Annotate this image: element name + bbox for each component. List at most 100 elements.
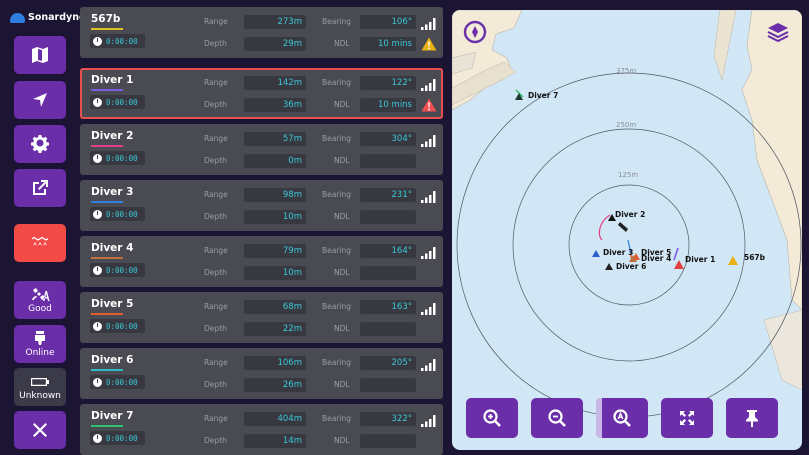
bearing-value: 164° <box>360 244 416 258</box>
range-label: Range <box>204 358 228 367</box>
diver-name: Diver 2 <box>91 130 134 142</box>
depth-value: 10m <box>244 266 306 280</box>
diver-row[interactable]: Diver 6 0:00:00 Range 106m Bearing 205° … <box>80 348 443 399</box>
clock-icon <box>93 36 102 46</box>
gear-icon <box>31 135 49 153</box>
clock-icon <box>93 433 102 443</box>
diver-name: 567b <box>91 13 121 25</box>
signal-strength-icon <box>421 18 436 30</box>
ndl-label: NDL <box>334 268 350 277</box>
sonar-map[interactable]: 375m 250m 125m Diver 7 Diver 2 Diver 3 D… <box>452 10 802 450</box>
bearing-label: Bearing <box>322 17 352 26</box>
signal-strength-icon <box>421 359 436 371</box>
depth-label: Depth <box>204 156 227 165</box>
pin-button[interactable] <box>726 398 778 438</box>
map-marker-diver-2[interactable]: Diver 2 <box>615 210 645 219</box>
battery-status[interactable]: Unknown <box>14 368 66 406</box>
diver-color-underline <box>91 28 123 30</box>
dive-timer: 0:00:00 <box>90 263 145 277</box>
brand-name: Sonardyne <box>28 12 86 23</box>
map-marker-diver-3[interactable]: Diver 3 <box>603 248 633 257</box>
depth-value: 14m <box>244 434 306 448</box>
bearing-label: Bearing <box>322 414 352 423</box>
map-view-button[interactable] <box>14 36 66 74</box>
map-marker-diver-6[interactable]: Diver 6 <box>616 262 646 271</box>
auto-zoom-button[interactable] <box>596 398 648 438</box>
bearing-value: 106° <box>360 15 416 29</box>
map-marker-diver-1[interactable]: Diver 1 <box>685 255 715 264</box>
depth-value: 10m <box>244 210 306 224</box>
ndl-label: NDL <box>334 100 350 109</box>
diver-row[interactable]: Diver 4 0:00:00 Range 79m Bearing 164° D… <box>80 236 443 287</box>
auto-zoom-icon <box>613 409 631 427</box>
dive-timer: 0:00:00 <box>90 95 145 109</box>
range-label: Range <box>204 302 228 311</box>
signal-strength-icon <box>421 415 436 427</box>
diver-name: Diver 3 <box>91 186 134 198</box>
expand-icon <box>680 411 694 425</box>
range-label: Range <box>204 78 228 87</box>
dive-timer: 0:00:00 <box>90 151 145 165</box>
transceiver-status[interactable]: Online <box>14 325 66 363</box>
dive-time: 0:00:00 <box>106 321 138 331</box>
zoom-out-icon <box>548 409 566 427</box>
dive-time: 0:00:00 <box>106 377 138 387</box>
ndl-value: 10 mins <box>360 37 416 51</box>
diver-color-underline <box>91 425 123 427</box>
navigate-button[interactable] <box>14 81 66 119</box>
dive-time: 0:00:00 <box>106 36 138 46</box>
range-label: Range <box>204 414 228 423</box>
range-value: 404m <box>244 412 306 426</box>
dive-time: 0:00:00 <box>106 433 138 443</box>
diver-row[interactable]: 567b 0:00:00 Range 273m Bearing 106° Dep… <box>80 7 443 58</box>
diver-name: Diver 6 <box>91 354 134 366</box>
dive-timer: 0:00:00 <box>90 319 145 333</box>
ndl-value <box>360 154 416 168</box>
bearing-value: 205° <box>360 356 416 370</box>
settings-button[interactable] <box>14 125 66 163</box>
compass-icon <box>463 20 487 44</box>
sonardyne-logo-icon <box>10 12 25 23</box>
bearing-label: Bearing <box>322 302 352 311</box>
depth-value: 0m <box>244 154 306 168</box>
surface-alert-button[interactable] <box>14 224 66 262</box>
navigation-arrow-icon <box>33 93 47 107</box>
zoom-out-button[interactable] <box>531 398 583 438</box>
map-marker-567b[interactable]: 567b <box>744 253 765 262</box>
diver-row[interactable]: Diver 1 0:00:00 Range 142m Bearing 122° … <box>80 68 443 119</box>
dive-time: 0:00:00 <box>106 209 138 219</box>
dive-timer: 0:00:00 <box>90 375 145 389</box>
close-button[interactable] <box>14 411 66 449</box>
fit-view-button[interactable] <box>661 398 713 438</box>
transceiver-icon <box>35 330 45 345</box>
diver-row[interactable]: Diver 5 0:00:00 Range 68m Bearing 163° D… <box>80 292 443 343</box>
clock-icon <box>93 209 102 219</box>
map-marker-diver-7[interactable]: Diver 7 <box>528 91 558 100</box>
range-label: Range <box>204 246 228 255</box>
dive-timer: 0:00:00 <box>90 34 145 48</box>
gps-status[interactable]: Good <box>14 281 66 319</box>
signal-strength-icon <box>421 247 436 259</box>
bearing-label: Bearing <box>322 246 352 255</box>
diver-row[interactable]: Diver 7 0:00:00 Range 404m Bearing 322° … <box>80 404 443 455</box>
zoom-in-button[interactable] <box>466 398 518 438</box>
range-label: Range <box>204 17 228 26</box>
depth-value: 29m <box>244 37 306 51</box>
compass-button[interactable] <box>463 20 487 44</box>
diver-row[interactable]: Diver 3 0:00:00 Range 98m Bearing 231° D… <box>80 180 443 231</box>
ndl-label: NDL <box>334 324 350 333</box>
ndl-value: 10 mins <box>360 98 416 112</box>
layers-button[interactable] <box>766 20 790 44</box>
ndl-label: NDL <box>334 39 350 48</box>
range-value: 142m <box>244 76 306 90</box>
bearing-value: 122° <box>360 76 416 90</box>
warning-icon <box>421 37 437 51</box>
dive-time: 0:00:00 <box>106 153 138 163</box>
range-value: 79m <box>244 244 306 258</box>
range-ring-label-250: 250m <box>616 121 637 129</box>
signal-strength-icon <box>421 135 436 147</box>
bearing-label: Bearing <box>322 358 352 367</box>
gps-signal-icon <box>32 287 50 301</box>
diver-row[interactable]: Diver 2 0:00:00 Range 57m Bearing 304° D… <box>80 124 443 175</box>
export-button[interactable] <box>14 169 66 207</box>
